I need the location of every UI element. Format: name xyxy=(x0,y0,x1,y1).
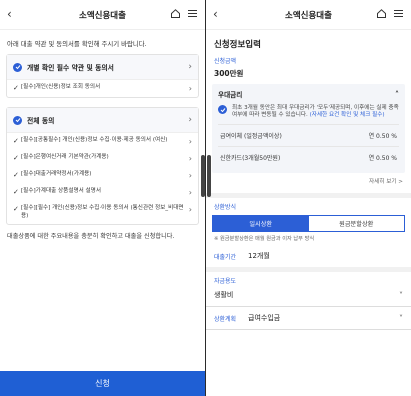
amount-label: 신청금액 xyxy=(214,58,237,65)
chevron-right-icon: › xyxy=(188,137,192,146)
chevron-right-icon: › xyxy=(188,114,192,125)
back-icon[interactable]: ‹ xyxy=(7,7,12,21)
chevron-right-icon: › xyxy=(188,188,192,197)
rate-detail-link[interactable]: (자세한 요건 확인 및 체크 필수) xyxy=(310,112,385,118)
confirm-notice: 대출상품에 대한 주요내용을 충분히 확인하고 대출을 신청합니다. xyxy=(7,233,175,240)
terms-item[interactable]: ✓ [필수]대출거래약정서(가계용) › xyxy=(7,167,198,184)
terms-item[interactable]: ✓ [필수]가계대출 상품설명서 설명서 › xyxy=(7,184,198,201)
check-icon: ✓ xyxy=(13,154,19,162)
scroll-handle xyxy=(207,155,211,197)
terms-item[interactable]: ✓ [필수]은행여신거래 기본약관(가계용) › xyxy=(7,150,198,167)
checked-icon xyxy=(218,105,227,114)
rate-header[interactable]: 우대금리 ˄ xyxy=(218,89,399,100)
checked-icon xyxy=(13,115,22,125)
checked-icon xyxy=(13,62,22,72)
apply-button[interactable]: 신청 xyxy=(0,371,205,396)
terms-group-individual: 개별 확인 필수 약관 및 동의서 › ✓ [필수]개인(신용)정보 조회 동의… xyxy=(6,54,199,98)
section-title: 신청정보입력 xyxy=(214,40,261,50)
repay-plan-select[interactable]: 상환계획 급여수입금 ˅ xyxy=(206,307,411,331)
purpose-select[interactable]: 생활비 ˅ xyxy=(206,287,411,308)
chevron-down-icon: ˅ xyxy=(399,290,403,300)
rate-description: 최초 3개월 동안은 최대 우대금리가 '모두'제공되며, 이후에는 실제 충족… xyxy=(218,105,399,119)
terms-item[interactable]: ✓ [필수][공통필수] 개인(신용)정보 수집·이용·제공 동의서 (여신) … xyxy=(7,133,198,150)
menu-icon[interactable] xyxy=(187,8,198,19)
terms-group-label: 개별 확인 필수 약관 및 동의서 xyxy=(27,64,114,72)
repay-hint: ※ 원금분할상환은 매월 원금과 이자 납부 방식 xyxy=(214,236,315,243)
app-bar: ‹ 소액신용대출 xyxy=(206,0,411,30)
repay-option-installment[interactable]: 원금분할상환 xyxy=(308,216,404,232)
terms-item[interactable]: ✓ [필수][필수] 개인(신용)정보 수집·이용 동의서 (통신관련 정보_비… xyxy=(7,201,198,224)
page-title: 소액신용대출 xyxy=(285,10,332,21)
back-icon[interactable]: ‹ xyxy=(213,7,218,21)
chevron-right-icon: › xyxy=(188,171,192,180)
check-icon: ✓ xyxy=(13,84,19,92)
menu-icon[interactable] xyxy=(393,8,404,19)
more-link[interactable]: 자세히 보기 > xyxy=(206,173,411,189)
chevron-right-icon: › xyxy=(188,61,192,72)
chevron-up-icon: ˄ xyxy=(395,89,399,99)
chevron-down-icon: ˅ xyxy=(399,313,403,323)
chevron-right-icon: › xyxy=(188,205,192,214)
repay-label: 상환방식 xyxy=(214,204,237,212)
left-screen: ‹ 소액신용대출 아래 대출 약관 및 동의서를 확인해 주시기 바랍니다. 개… xyxy=(0,0,205,396)
terms-group-all: 전체 동의 › ✓ [필수][공통필수] 개인(신용)정보 수집·이용·제공 동… xyxy=(6,107,199,225)
check-icon: ✓ xyxy=(13,188,19,196)
amount-value[interactable]: 300만원 xyxy=(206,65,411,84)
app-bar: ‹ 소액신용대출 xyxy=(0,0,205,30)
home-icon[interactable] xyxy=(170,8,181,19)
scroll-handle xyxy=(201,155,205,197)
period-field[interactable]: 대출기간 12개월 xyxy=(206,245,411,267)
check-icon: ✓ xyxy=(13,137,19,145)
purpose-label: 자금용도 xyxy=(214,278,237,286)
agree-all-label: 전체 동의 xyxy=(27,117,55,125)
agree-all-header[interactable]: 전체 동의 › xyxy=(7,108,198,133)
repay-option-lump[interactable]: 일시상환 xyxy=(213,216,309,232)
right-screen: ‹ 소액신용대출 신청정보입력 신청금액 300만원 우대금리 ˄ 최초 3개월… xyxy=(206,0,411,396)
intro-text: 아래 대출 약관 및 동의서를 확인해 주시기 바랍니다. xyxy=(7,40,147,48)
terms-item[interactable]: ✓ [필수]개인(신용)정보 조회 동의서 › xyxy=(7,80,198,97)
rate-item: 신한카드(3개월50만원) 연 0.50 % xyxy=(218,146,399,168)
rate-item: 급여이체 (일정금액이상) 연 0.50 % xyxy=(218,124,399,146)
preferential-rate-panel: 우대금리 ˄ 최초 3개월 동안은 최대 우대금리가 '모두'제공되며, 이후에… xyxy=(212,84,405,174)
check-icon: ✓ xyxy=(13,205,19,213)
chevron-right-icon: › xyxy=(188,84,192,93)
home-icon[interactable] xyxy=(376,8,387,19)
chevron-right-icon: › xyxy=(188,154,192,163)
repay-method-toggle: 일시상환 원금분할상환 xyxy=(212,215,405,233)
check-icon: ✓ xyxy=(13,171,19,179)
page-title: 소액신용대출 xyxy=(79,10,126,21)
terms-group-header[interactable]: 개별 확인 필수 약관 및 동의서 › xyxy=(7,55,198,80)
